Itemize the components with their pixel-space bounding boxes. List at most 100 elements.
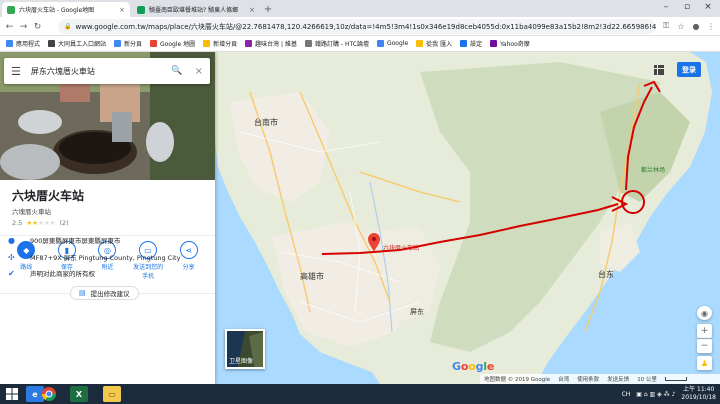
bookmark-item[interactable]: Google: [376, 40, 409, 47]
map-attribution: 地图数据 © 2019 Google 台湾 使用条款 发送反馈 10 公里: [480, 374, 720, 384]
bookmark-item[interactable]: 大同員工入口網站: [48, 39, 106, 48]
detail-text: MF87+9X 屏东 Pingtung County, Pingtung Cit…: [30, 254, 181, 262]
bookmark-label: 鐵路訂購 - HTC論壇: [314, 41, 369, 48]
bookmark-favicon-icon: [203, 40, 211, 47]
map-label-pingtung: 屏东: [410, 307, 424, 316]
bookmark-star-icon[interactable]: ☆: [675, 20, 687, 32]
rating-value: 2.5: [12, 219, 23, 227]
browser-window: 六块厝火车站 - Google地图 × 騎臺南臣歐堪餐堆站? 騎東人條鄉 × +…: [0, 0, 720, 384]
attribution-item[interactable]: 10 公里: [637, 375, 657, 383]
clear-search-icon[interactable]: ×: [195, 66, 203, 77]
bookmark-label: 應用程式: [16, 41, 41, 48]
place-rating[interactable]: 2.5 ★★★★★ (2): [12, 219, 69, 227]
maximize-icon[interactable]: ▫: [677, 0, 697, 14]
bookmark-favicon-icon: [6, 40, 13, 47]
clock-time: 上午 11:40: [683, 386, 715, 393]
tab-label: 騎臺南臣歐堪餐堆站? 騎東人條鄉: [149, 7, 239, 14]
map-label-dulan: 都兰林场: [641, 166, 665, 174]
back-arrow-icon[interactable]: ←: [3, 20, 16, 33]
new-tab-button[interactable]: +: [262, 3, 274, 15]
reload-icon[interactable]: ↻: [31, 20, 44, 33]
google-logo-letter: G: [452, 360, 461, 373]
bookmark-item[interactable]: 鐵路訂購 - HTC論壇: [304, 39, 369, 48]
search-icon[interactable]: 🔍: [171, 66, 182, 76]
excel-icon[interactable]: X: [70, 386, 88, 402]
chrome-logo-icon: [42, 387, 56, 401]
key-icon[interactable]: ⚿: [660, 20, 672, 32]
zoom-in-button[interactable]: +: [697, 324, 712, 338]
tab-google-maps[interactable]: 六块厝火车站 - Google地图 ×: [2, 2, 130, 17]
bookmark-label: 設定: [470, 41, 483, 48]
bookmark-label: 新分頁: [124, 41, 143, 48]
bookmark-label: Google 地圖: [160, 41, 196, 48]
scale-bar: [664, 377, 687, 381]
bookmark-label: Google: [386, 40, 409, 47]
bookmark-item[interactable]: 新分頁: [114, 39, 142, 48]
suggest-edit-button[interactable]: ▤ 提出修改建议: [70, 286, 139, 300]
bookmark-label: 從我 匯入: [426, 41, 453, 48]
hamburger-menu-icon[interactable]: ☰: [11, 65, 21, 78]
search-input[interactable]: 屏东六塊厝火車站: [31, 66, 166, 77]
address-row[interactable]: ● 900屏東縣屏東市屏東縣屏東市: [0, 232, 215, 248]
bookmark-item[interactable]: 設定: [460, 39, 482, 48]
place-photo[interactable]: ☰ 屏东六塊厝火車站 🔍 ×: [0, 52, 215, 180]
login-button[interactable]: 登录: [677, 62, 701, 77]
bookmark-favicon-icon: [48, 40, 56, 47]
bookmark-item[interactable]: Google 地圖: [150, 39, 195, 48]
windows-start-icon[interactable]: [6, 388, 18, 400]
tab-second[interactable]: 騎臺南臣歐堪餐堆站? 騎東人條鄉 ×: [132, 2, 260, 17]
pluscode-icon: ✣: [8, 252, 15, 262]
profile-icon[interactable]: ●: [690, 20, 702, 32]
attribution-item[interactable]: 发送反馈: [607, 375, 629, 383]
star-icon: ★: [49, 219, 56, 227]
claim-business-row[interactable]: ✔ 声明对此商家的所有权: [0, 265, 215, 281]
zoom-out-button[interactable]: −: [697, 339, 712, 353]
close-tab-icon[interactable]: ×: [249, 6, 255, 14]
pluscode-row[interactable]: ✣ MF87+9X 屏东 Pingtung County, Pingtung Ci…: [0, 249, 215, 265]
chrome-menu-icon[interactable]: ⋮: [705, 20, 717, 32]
place-panel: ☰ 屏东六塊厝火車站 🔍 × 六块厝火车站 六塊厝火車站 2.5 ★★★★★ (…: [0, 52, 215, 384]
bookmark-item[interactable]: 新增分頁: [203, 39, 237, 48]
explorer-folder-icon[interactable]: ▭: [103, 386, 121, 402]
forward-arrow-icon[interactable]: →: [17, 20, 30, 33]
map-label-taitung: 台东: [598, 269, 614, 279]
close-window-icon[interactable]: ×: [698, 0, 718, 14]
bookmark-label: 大同員工入口網站: [58, 41, 107, 48]
close-tab-icon[interactable]: ×: [119, 6, 125, 14]
detail-text: 900屏東縣屏東市屏東縣屏東市: [30, 237, 121, 245]
place-subtitle: 六塊厝火車站: [12, 208, 51, 216]
bookmark-item[interactable]: 趣味台灣 | 維基: [245, 39, 297, 48]
bookmark-favicon-icon: [245, 40, 253, 47]
edit-icon: ▤: [79, 289, 86, 297]
url-text: www.google.com.tw/maps/place/六块厝火车站/@22.…: [75, 22, 656, 31]
system-tray: CH ▣ ⌂ ▥ ◈ ⁂ ♪ 上午 11:40 2019/10/18: [622, 385, 716, 403]
chrome-icon[interactable]: [40, 386, 58, 402]
review-count[interactable]: (2): [59, 219, 68, 227]
attribution-item[interactable]: 台湾: [558, 375, 569, 383]
bookmark-item[interactable]: 應用程式: [6, 39, 40, 48]
url-input[interactable]: 🔒 www.google.com.tw/maps/place/六块厝火车站/@2…: [58, 19, 656, 34]
tray-icons[interactable]: ▣ ⌂ ▥ ◈ ⁂ ♪: [636, 391, 675, 398]
bookmark-item[interactable]: 從我 匯入: [416, 39, 452, 48]
map-area[interactable]: 台南市 高雄市 屏东 台东 都兰林场 六块厝火车站 登录 卫星图像 ◉ + − …: [0, 52, 720, 384]
search-box[interactable]: ☰ 屏东六塊厝火車站 🔍 ×: [4, 58, 210, 84]
tab-bar: 六块厝火车站 - Google地图 × 騎臺南臣歐堪餐堆站? 騎東人條鄉 × +…: [0, 0, 720, 17]
pegman-icon[interactable]: ♟: [697, 356, 712, 370]
attribution-item[interactable]: 使用条款: [577, 375, 599, 383]
google-logo-letter: o: [468, 360, 476, 373]
apps-grid-icon[interactable]: [654, 65, 664, 75]
bookmark-label: Yahoo奇摩: [500, 41, 530, 48]
minimize-icon[interactable]: –: [656, 0, 676, 14]
clock[interactable]: 上午 11:40 2019/10/18: [681, 386, 716, 402]
bookmark-favicon-icon: [460, 40, 468, 47]
rating-stars: ★★★★★: [26, 219, 55, 227]
bookmark-favicon-icon: [114, 40, 122, 47]
my-location-icon[interactable]: ◉: [697, 306, 712, 320]
language-indicator[interactable]: CH: [622, 391, 631, 398]
satellite-toggle[interactable]: 卫星图像: [225, 329, 265, 369]
google-logo: Google: [452, 360, 494, 373]
bookmark-favicon-icon: [416, 40, 424, 47]
location-pin-icon: ●: [8, 235, 15, 245]
suggest-label: 提出修改建议: [90, 290, 130, 298]
bookmark-item[interactable]: Yahoo奇摩: [490, 39, 530, 48]
